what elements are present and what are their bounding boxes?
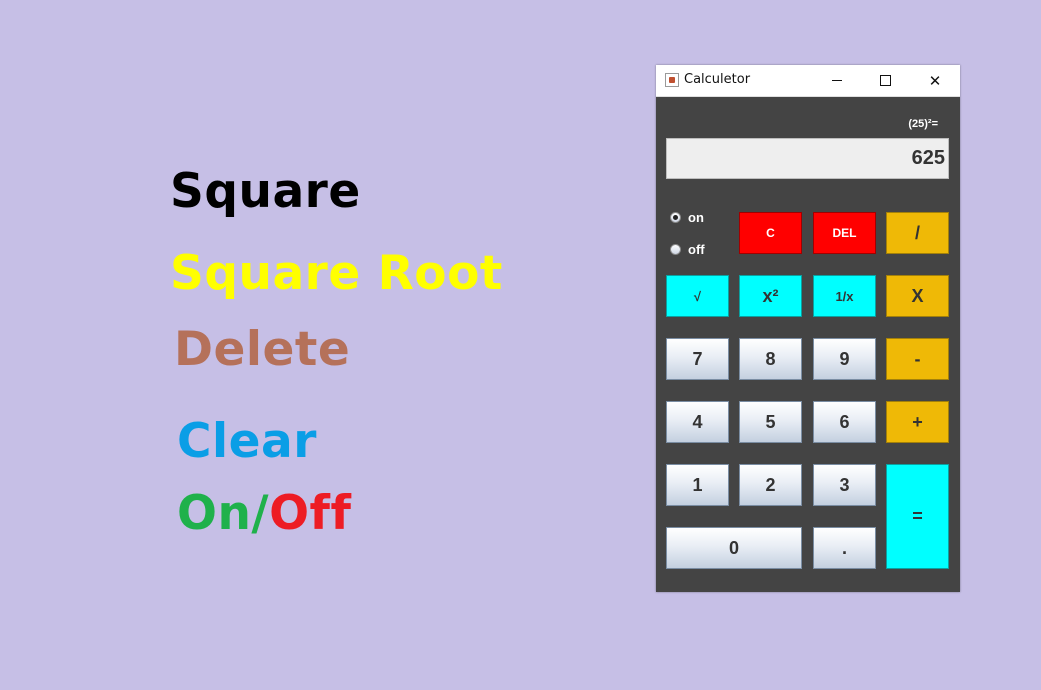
expression-label: (25)²= [908, 118, 938, 130]
radio-on-circle-icon[interactable] [670, 212, 681, 223]
feature-label-on: On/ [177, 486, 270, 541]
minimize-button[interactable] [814, 65, 860, 96]
radio-off-label: off [688, 242, 705, 257]
reciprocal-button[interactable]: 1/x [813, 275, 876, 317]
delete-button[interactable]: DEL [813, 212, 876, 254]
minus-button[interactable]: - [886, 338, 949, 380]
equals-button[interactable]: = [886, 464, 949, 569]
maximize-button[interactable] [862, 65, 908, 96]
window-title: Calculetor [684, 72, 751, 87]
radio-on[interactable]: on [670, 210, 704, 225]
close-icon: ✕ [928, 71, 942, 90]
minimize-icon [832, 80, 842, 81]
feature-label-square: Square [170, 164, 361, 219]
clear-button[interactable]: C [739, 212, 802, 254]
digit-1-button[interactable]: 1 [666, 464, 729, 506]
feature-label-square-root: Square Root [170, 246, 503, 301]
digit-6-button[interactable]: 6 [813, 401, 876, 443]
maximize-icon [879, 75, 891, 86]
close-button[interactable]: ✕ [912, 65, 958, 96]
digit-9-button[interactable]: 9 [813, 338, 876, 380]
feature-label-off: Off [269, 486, 352, 541]
digit-4-button[interactable]: 4 [666, 401, 729, 443]
radio-on-label: on [688, 210, 704, 225]
divide-button[interactable]: / [886, 212, 949, 254]
feature-label-clear: Clear [177, 414, 317, 469]
decimal-point-button[interactable]: . [813, 527, 876, 569]
calculator-window: Calculetor ✕ (25)²= 625 on off C DEL / √… [656, 65, 960, 592]
radio-off[interactable]: off [670, 242, 705, 257]
feature-label-on-off: On/Off [177, 490, 351, 537]
digit-0-button[interactable]: 0 [666, 527, 802, 569]
window-titlebar[interactable]: Calculetor ✕ [656, 65, 960, 97]
feature-label-delete: Delete [174, 322, 351, 377]
digit-5-button[interactable]: 5 [739, 401, 802, 443]
radio-off-circle-icon[interactable] [670, 244, 681, 255]
plus-button[interactable]: + [886, 401, 949, 443]
digit-2-button[interactable]: 2 [739, 464, 802, 506]
square-button[interactable]: x² [739, 275, 802, 317]
digit-7-button[interactable]: 7 [666, 338, 729, 380]
result-display: 625 [666, 138, 949, 179]
java-app-icon [665, 73, 679, 87]
square-root-button[interactable]: √ [666, 275, 729, 317]
digit-8-button[interactable]: 8 [739, 338, 802, 380]
digit-3-button[interactable]: 3 [813, 464, 876, 506]
multiply-button[interactable]: X [886, 275, 949, 317]
